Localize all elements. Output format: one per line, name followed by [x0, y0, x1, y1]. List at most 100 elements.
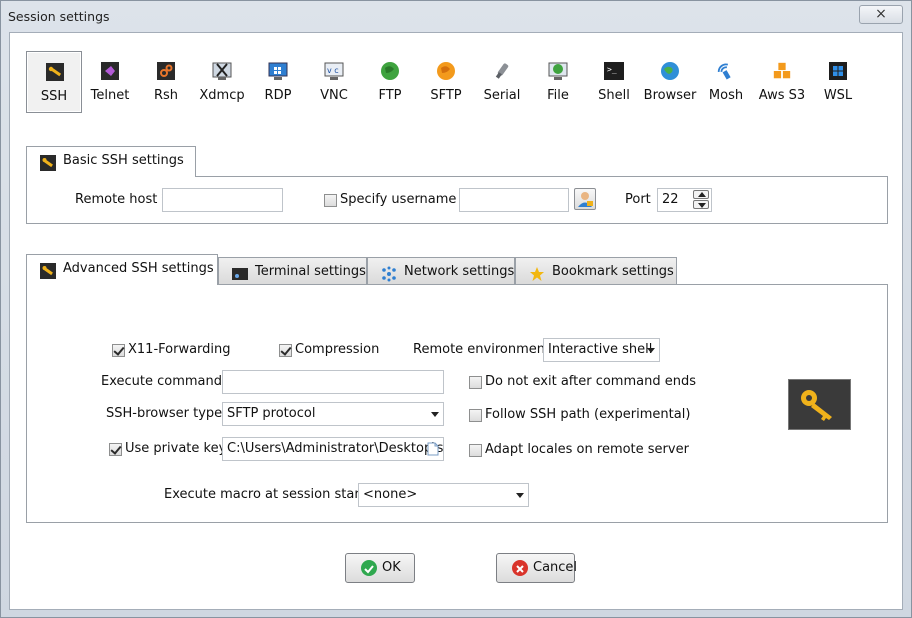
close-button[interactable]: ×: [859, 5, 903, 24]
file-icon: [548, 61, 568, 81]
user-picker-button[interactable]: [574, 188, 596, 210]
chevron-down-icon: [431, 412, 439, 417]
network-icon: [381, 265, 397, 282]
port-decrement-button[interactable]: [693, 200, 709, 209]
session-type-rsh[interactable]: Rsh: [138, 51, 194, 113]
tab-advanced-ssh-settings[interactable]: Advanced SSH settings: [26, 254, 218, 285]
session-type-browser[interactable]: Browser: [642, 51, 698, 113]
arrow-up-icon: [698, 192, 706, 197]
port-increment-button[interactable]: [693, 190, 709, 199]
execute-macro-value: <none>: [363, 487, 418, 502]
session-type-rdp[interactable]: RDP: [250, 51, 306, 113]
terminal-icon: [232, 265, 248, 281]
execute-macro-label: Execute macro at session start:: [164, 487, 370, 502]
ssh-browser-type-label: SSH-browser type:: [106, 406, 227, 421]
session-type-file[interactable]: File: [530, 51, 586, 113]
session-type-ssh[interactable]: SSH: [26, 51, 82, 113]
basic-settings-panel: Remote host * Specify username Port 22: [26, 176, 888, 224]
remote-host-input[interactable]: [162, 188, 283, 212]
specify-username-label: Specify username: [340, 192, 457, 207]
shell-icon: >_: [604, 61, 624, 81]
session-type-xdmcp[interactable]: Xdmcp: [194, 51, 250, 113]
wrench-icon: [45, 62, 65, 82]
dialog-client-area: SSH Telnet Rsh Xdmcp RDP v c VNC FTP SFT…: [9, 32, 903, 610]
svg-text:v c: v c: [327, 66, 339, 75]
tab-terminal-settings[interactable]: Terminal settings: [218, 257, 367, 287]
sftp-icon: [436, 61, 456, 81]
document-icon: [427, 442, 439, 456]
use-private-key-checkbox[interactable]: [109, 443, 122, 456]
ssh-browser-type-value: SFTP protocol: [227, 406, 316, 421]
session-type-shell[interactable]: >_ Shell: [586, 51, 642, 113]
close-icon: ×: [875, 6, 887, 22]
session-type-sftp[interactable]: SFTP: [418, 51, 474, 113]
use-private-key-label: Use private key: [125, 441, 227, 456]
remote-environment-select[interactable]: Interactive shell: [543, 338, 660, 362]
cancel-button-label: Cancel: [533, 560, 578, 575]
aws-s3-icon: [772, 61, 792, 81]
session-settings-window: Session settings × SSH Telnet Rsh Xdmcp …: [0, 0, 912, 618]
remote-host-label: Remote host *: [75, 192, 168, 207]
tab-label: Terminal settings: [255, 264, 366, 279]
svg-text:>_: >_: [607, 65, 617, 74]
session-type-vnc[interactable]: v c VNC: [306, 51, 362, 113]
port-value: 22: [662, 192, 679, 207]
execute-command-input[interactable]: [222, 370, 444, 394]
star-icon: [529, 265, 545, 281]
title-bar: Session settings ×: [1, 1, 911, 31]
do-not-exit-label: Do not exit after command ends: [485, 374, 696, 389]
wrench-icon: [40, 262, 56, 279]
session-type-toolbar: SSH Telnet Rsh Xdmcp RDP v c VNC FTP SFT…: [24, 51, 884, 113]
private-key-path-value: C:\Users\Administrator\Desktop\sc: [227, 441, 444, 456]
user-icon: [578, 192, 593, 207]
mosh-icon: [716, 61, 736, 81]
session-type-serial[interactable]: Serial: [474, 51, 530, 113]
do-not-exit-checkbox[interactable]: [469, 376, 482, 389]
tab-bookmark-settings[interactable]: Bookmark settings: [515, 257, 677, 287]
cancel-button[interactable]: Cancel: [496, 553, 578, 583]
private-key-path-input[interactable]: C:\Users\Administrator\Desktop\sc: [222, 437, 444, 461]
session-type-ftp[interactable]: FTP: [362, 51, 418, 113]
compression-checkbox[interactable]: [279, 344, 292, 357]
session-type-label: WSL: [823, 88, 853, 103]
checkmark-icon: [361, 560, 377, 576]
adapt-locales-label: Adapt locales on remote server: [485, 442, 689, 457]
wrench-icon: [40, 154, 56, 171]
wsl-icon: [828, 61, 848, 81]
ftp-icon: [380, 61, 400, 81]
tab-network-settings[interactable]: Network settings: [367, 257, 515, 287]
cancel-icon: [512, 560, 528, 576]
session-type-mosh[interactable]: Mosh: [698, 51, 754, 113]
arrow-down-icon: [698, 203, 706, 208]
execute-macro-select[interactable]: <none>: [358, 483, 529, 507]
adapt-locales-checkbox[interactable]: [469, 444, 482, 457]
specify-username-checkbox[interactable]: [324, 194, 337, 207]
remote-environment-label: Remote environment:: [413, 342, 555, 357]
ok-button-label: OK: [382, 560, 401, 575]
session-type-telnet[interactable]: Telnet: [82, 51, 138, 113]
ssh-browser-type-select[interactable]: SFTP protocol: [222, 402, 444, 426]
execute-command-label: Execute command:: [101, 374, 227, 389]
advanced-settings-panel: X11-Forwarding Compression Remote enviro…: [26, 284, 888, 523]
xdmcp-icon: [212, 61, 232, 81]
follow-ssh-path-checkbox[interactable]: [469, 409, 482, 422]
port-input[interactable]: 22: [657, 188, 712, 212]
rdp-icon: [268, 61, 288, 81]
tab-basic-ssh-settings[interactable]: Basic SSH settings: [26, 146, 196, 177]
x11-forwarding-checkbox[interactable]: [112, 344, 125, 357]
browser-icon: [660, 61, 680, 81]
compression-label: Compression: [295, 342, 380, 357]
tab-label: Bookmark settings: [552, 264, 674, 279]
username-input[interactable]: [459, 188, 569, 212]
session-type-wsl[interactable]: WSL: [810, 51, 866, 113]
chevron-down-icon: [647, 348, 655, 353]
session-type-aws-s3[interactable]: Aws S3: [754, 51, 810, 113]
follow-ssh-path-label: Follow SSH path (experimental): [485, 407, 691, 422]
ok-button[interactable]: OK: [345, 553, 415, 583]
tab-label: Advanced SSH settings: [63, 261, 214, 276]
window-title: Session settings: [8, 9, 110, 24]
port-label: Port: [625, 192, 651, 207]
tab-label: Basic SSH settings: [63, 153, 184, 168]
ssh-key-illustration: [788, 379, 851, 430]
tab-label: Network settings: [404, 264, 515, 279]
